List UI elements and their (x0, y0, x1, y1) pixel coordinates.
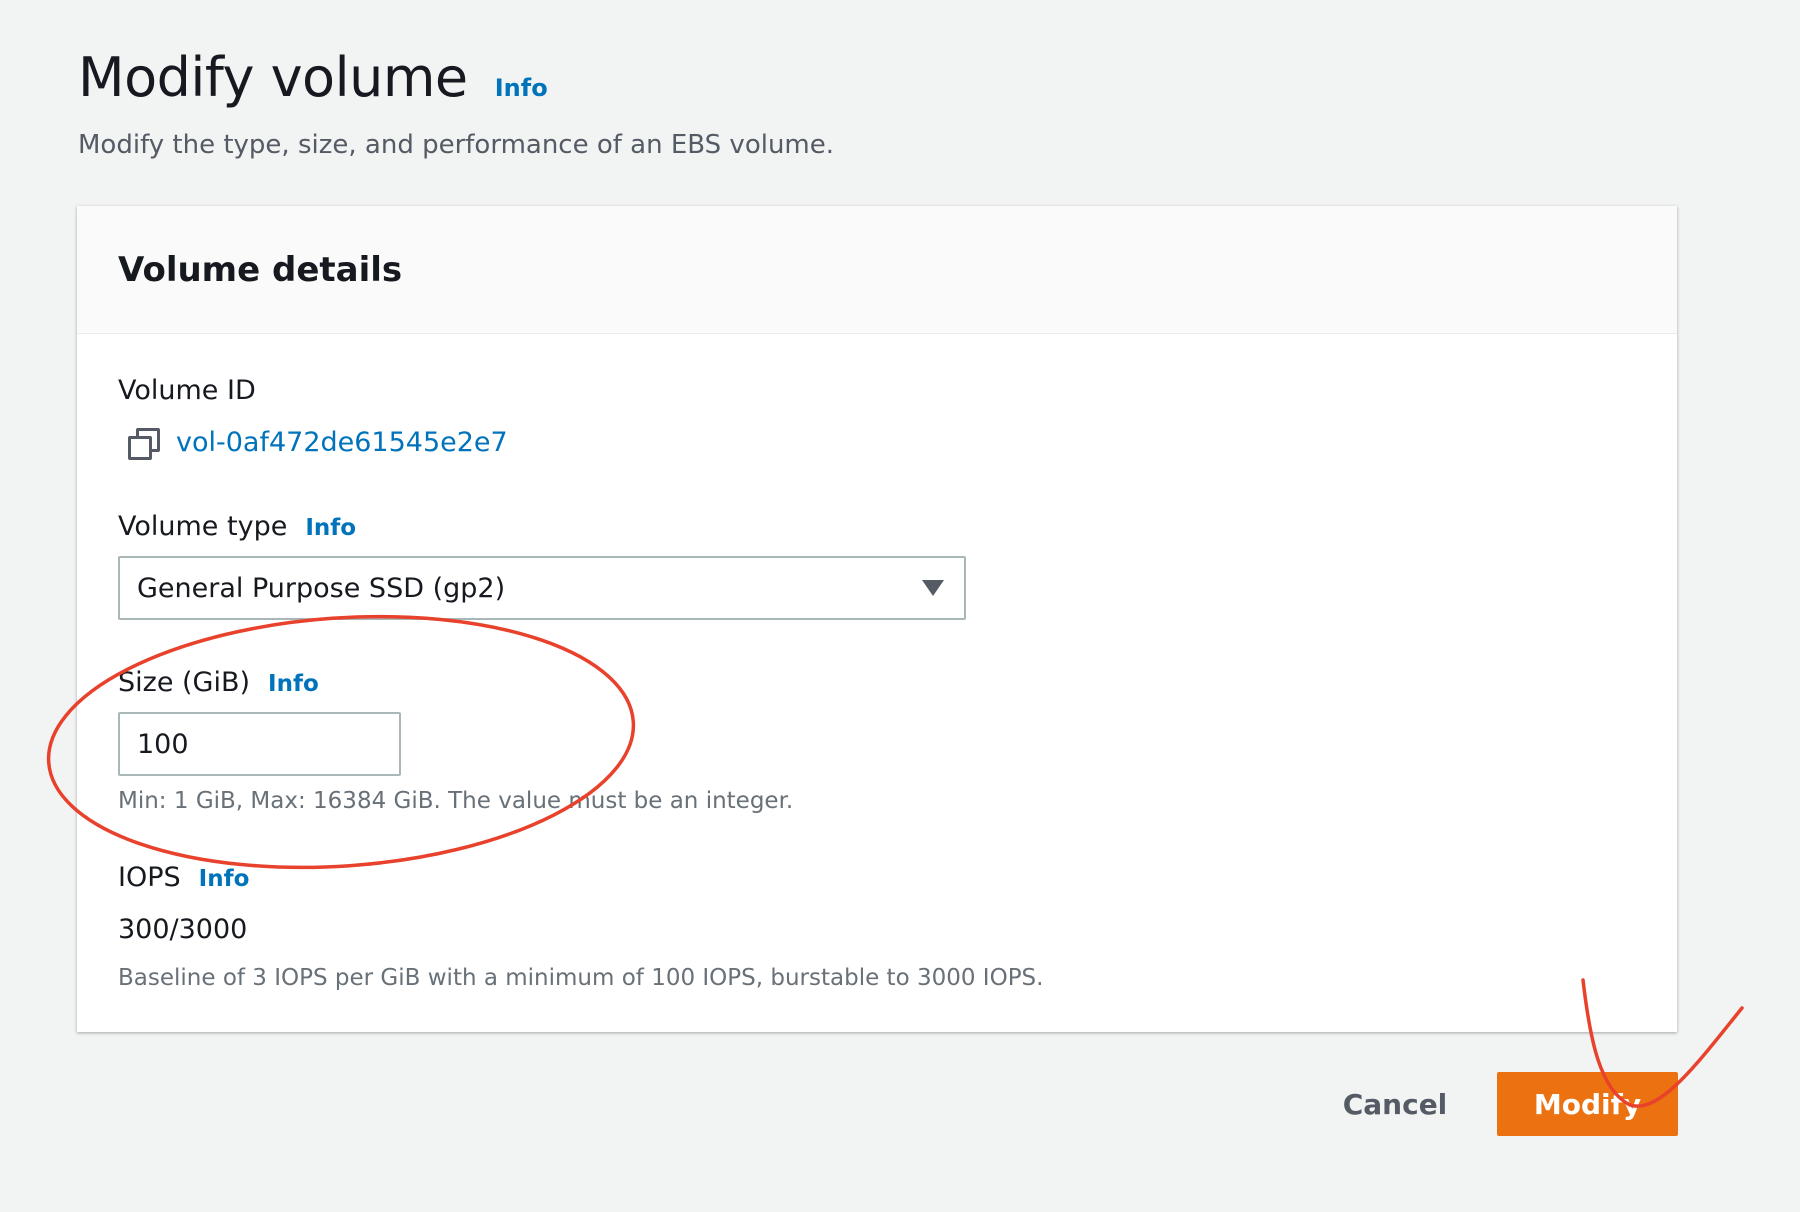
panel-title: Volume details (118, 249, 403, 290)
panel-header: Volume details (77, 206, 1677, 334)
volume-type-select[interactable]: General Purpose SSD (gp2) (118, 556, 966, 620)
iops-info-link[interactable]: Info (199, 866, 250, 892)
iops-value: 300/3000 (118, 914, 248, 945)
copy-icon[interactable] (128, 427, 160, 460)
volume-type-info-link[interactable]: Info (305, 515, 356, 541)
volume-id-link[interactable]: vol-0af472de61545e2e7 (176, 427, 508, 458)
iops-hint: Baseline of 3 IOPS per GiB with a minimu… (118, 965, 1044, 991)
size-input[interactable] (118, 712, 401, 776)
page-subtitle: Modify the type, size, and performance o… (78, 130, 835, 160)
chevron-down-icon (922, 580, 944, 596)
volume-type-label: Volume type Info (118, 511, 356, 542)
volume-id-value: vol-0af472de61545e2e7 (128, 427, 508, 460)
size-info-link[interactable]: Info (268, 671, 319, 697)
volume-type-selected: General Purpose SSD (gp2) (137, 572, 506, 604)
volume-id-label: Volume ID (118, 375, 256, 406)
page-info-link[interactable]: Info (495, 74, 548, 102)
volume-id-label-text: Volume ID (118, 375, 256, 406)
page-title: Modify volume (78, 46, 468, 109)
cancel-button[interactable]: Cancel (1330, 1072, 1460, 1136)
size-hint: Min: 1 GiB, Max: 16384 GiB. The value mu… (118, 788, 794, 814)
iops-label-text: IOPS (118, 862, 181, 893)
volume-type-label-text: Volume type (118, 511, 288, 542)
page-header: Modify volume Info Modify the type, size… (78, 40, 1378, 160)
modify-button[interactable]: Modify (1497, 1072, 1678, 1136)
iops-label: IOPS Info (118, 862, 249, 893)
size-label-text: Size (GiB) (118, 667, 251, 698)
size-label: Size (GiB) Info (118, 667, 319, 698)
